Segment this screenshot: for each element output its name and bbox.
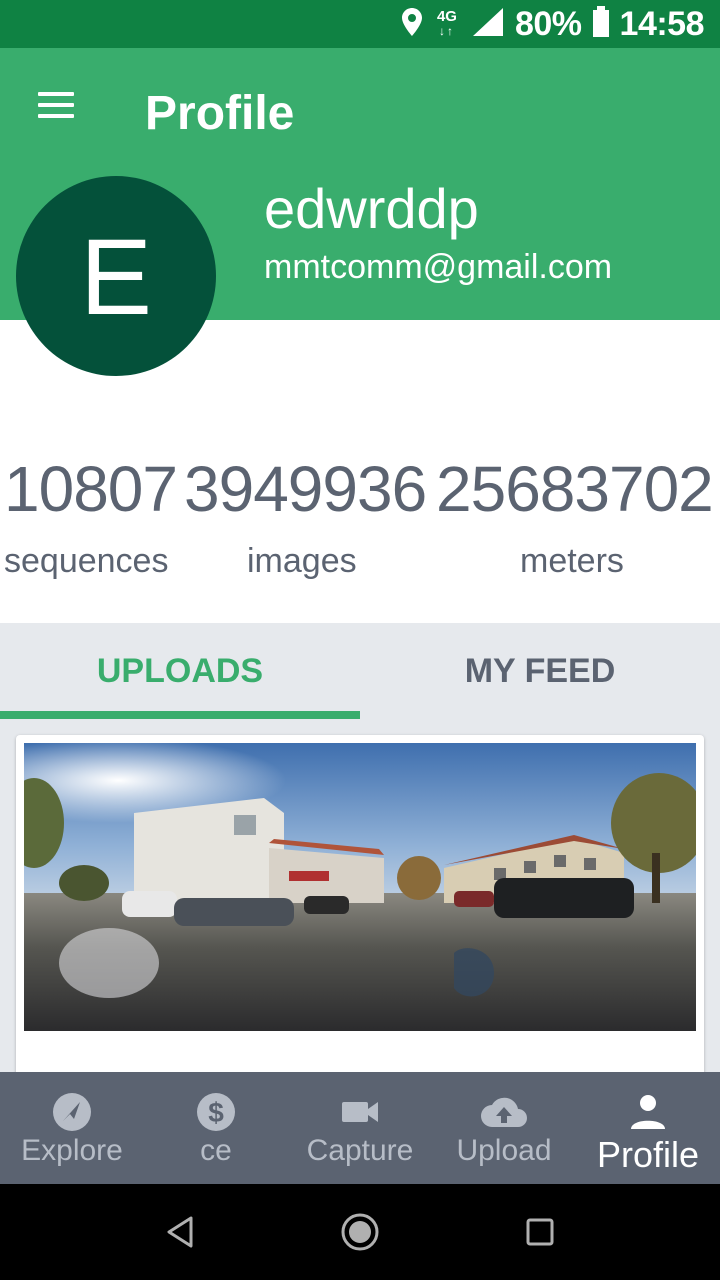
bottom-navigation: Explore $ ce Capture Upload Profile (0, 1072, 720, 1184)
stat-sequences-value: 10807 (4, 453, 178, 525)
nav-explore[interactable]: Explore (0, 1072, 144, 1184)
nav-upload[interactable]: Upload (432, 1072, 576, 1184)
upload-card[interactable] (16, 735, 704, 1095)
dollar-icon: $ (192, 1090, 240, 1134)
nav-capture-label: Capture (306, 1134, 414, 1167)
panorama-thumbnail[interactable] (24, 743, 696, 1031)
nav-capture[interactable]: Capture (288, 1072, 432, 1184)
battery-percent: 80% (514, 4, 582, 43)
cloud-upload-icon (480, 1090, 528, 1134)
location-icon (401, 7, 423, 42)
svg-text:$: $ (208, 1097, 224, 1128)
network-type: 4G (436, 8, 457, 25)
avatar-letter: E (79, 215, 153, 337)
nav-dollar[interactable]: $ ce (144, 1072, 288, 1184)
stat-images-label: images (247, 542, 357, 580)
user-email: mmtcomm@gmail.com (264, 248, 613, 286)
person-icon (624, 1090, 672, 1134)
stat-meters-value: 25683702 (436, 453, 714, 525)
network-indicator: 4G ↓↑ (436, 8, 457, 38)
clock: 14:58 (619, 4, 705, 43)
tab-indicator (0, 711, 360, 719)
compass-icon (48, 1090, 96, 1134)
uploads-list (0, 719, 720, 1095)
nav-upload-label: Upload (456, 1134, 552, 1167)
battery-icon (592, 5, 610, 43)
stat-images-value: 3949936 (184, 453, 427, 525)
home-icon[interactable] (336, 1208, 384, 1256)
video-camera-icon (336, 1090, 384, 1134)
system-navigation-bar (0, 1184, 720, 1280)
nav-profile-label: Profile (596, 1134, 700, 1175)
username: edwrddp (264, 177, 479, 240)
page-title: Profile (145, 87, 295, 140)
recents-icon[interactable] (516, 1208, 564, 1256)
menu-icon[interactable] (30, 82, 82, 128)
signal-icon (471, 7, 505, 42)
nav-profile[interactable]: Profile (576, 1072, 720, 1184)
tab-uploads[interactable]: UPLOADS (0, 623, 360, 719)
nav-dollar-label: ce (200, 1134, 232, 1167)
status-bar: 4G ↓↑ 80% 14:58 (0, 0, 720, 48)
back-icon[interactable] (156, 1208, 204, 1256)
tab-my-feed[interactable]: MY FEED (360, 623, 720, 719)
profile-stats: 10807 3949936 25683702 sequences images … (0, 440, 720, 620)
stat-sequences-label: sequences (4, 542, 169, 580)
tab-bar: UPLOADS MY FEED (0, 623, 720, 719)
stat-meters-label: meters (520, 542, 624, 580)
nav-explore-label: Explore (21, 1134, 123, 1167)
avatar: E (16, 176, 216, 376)
